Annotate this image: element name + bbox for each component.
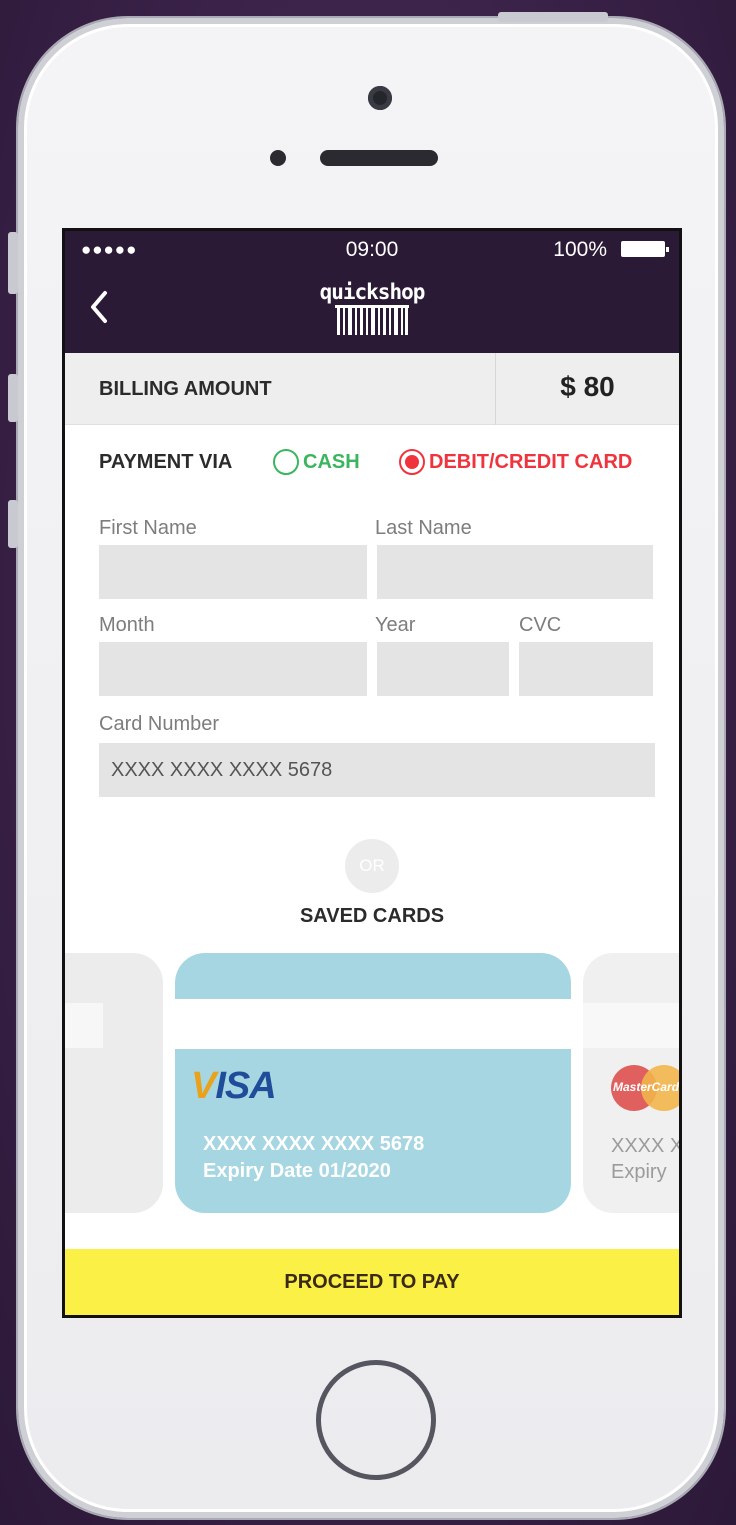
home-button[interactable] (316, 1360, 436, 1480)
proximity-sensor (270, 150, 286, 166)
last-name-label: Last Name (375, 517, 472, 539)
billing-amount-label: BILLING AMOUNT (99, 378, 272, 400)
saved-card-mastercard[interactable]: MasterCard XXXX X Expiry (583, 953, 682, 1213)
saved-cards-heading: SAVED CARDS (299, 905, 445, 927)
or-divider: OR (345, 839, 399, 893)
app-screen: ●●●●● 09:00 100% quickshop BILLING AMOUN… (65, 231, 679, 1315)
front-camera (368, 86, 392, 110)
battery-icon (621, 241, 669, 257)
billing-amount-row: BILLING AMOUNT $ 80 (65, 353, 679, 425)
first-name-input[interactable] (99, 545, 367, 599)
power-button (498, 12, 608, 22)
payment-option-card[interactable]: DEBIT/CREDIT CARD (399, 448, 632, 476)
payment-option-cash[interactable]: CASH (273, 448, 360, 476)
card-number-label: Card Number (99, 713, 220, 735)
volume-down-button (8, 500, 18, 548)
earpiece-speaker (320, 150, 438, 166)
saved-card-number: XXXX XXXX XXXX 5678 (203, 1133, 425, 1155)
status-bar: ●●●●● 09:00 100% (65, 231, 679, 267)
cvc-label: CVC (519, 614, 562, 636)
year-input[interactable] (377, 642, 509, 696)
volume-up-button (8, 374, 18, 422)
mastercard-logo-text: MasterCard (613, 1080, 680, 1094)
visa-logo: VISA (191, 1065, 277, 1107)
card-number-input[interactable] (99, 743, 655, 797)
radio-checked-icon (399, 449, 425, 475)
card-stripe (175, 999, 571, 1049)
month-input[interactable] (99, 642, 367, 696)
last-name-input[interactable] (377, 545, 653, 599)
phone-screen: ●●●●● 09:00 100% quickshop BILLING AMOUN… (62, 228, 682, 1318)
saved-card-expiry: Expiry Date 01/2020 (203, 1160, 391, 1182)
saved-card-previous[interactable] (65, 953, 163, 1213)
payment-option-card-label: DEBIT/CREDIT CARD (429, 450, 633, 473)
saved-card-expiry: Expiry (611, 1161, 667, 1183)
year-label: Year (375, 614, 416, 636)
mute-switch (8, 232, 18, 294)
radio-unchecked-icon (273, 449, 299, 475)
barcode-icon (335, 305, 409, 335)
billing-amount-value: $ 80 (560, 371, 615, 402)
mastercard-logo: MasterCard (611, 1065, 680, 1113)
card-stripe (65, 1003, 103, 1048)
cvc-input[interactable] (519, 642, 653, 696)
card-stripe (583, 1003, 679, 1048)
payment-option-cash-label: CASH (303, 450, 360, 473)
month-label: Month (99, 614, 155, 636)
payment-via-label: PAYMENT VIA (99, 451, 233, 473)
saved-card-visa[interactable]: VISA XXXX XXXX XXXX 5678 Expiry Date 01/… (175, 953, 571, 1213)
logo-text: quickshop (319, 280, 426, 304)
proceed-to-pay-button[interactable]: PROCEED TO PAY (65, 1249, 679, 1315)
saved-card-number: XXXX X (611, 1135, 682, 1157)
nav-bar: quickshop (65, 267, 679, 353)
app-logo: quickshop (65, 281, 679, 335)
battery-percent: 100% (553, 238, 607, 261)
first-name-label: First Name (99, 517, 197, 539)
